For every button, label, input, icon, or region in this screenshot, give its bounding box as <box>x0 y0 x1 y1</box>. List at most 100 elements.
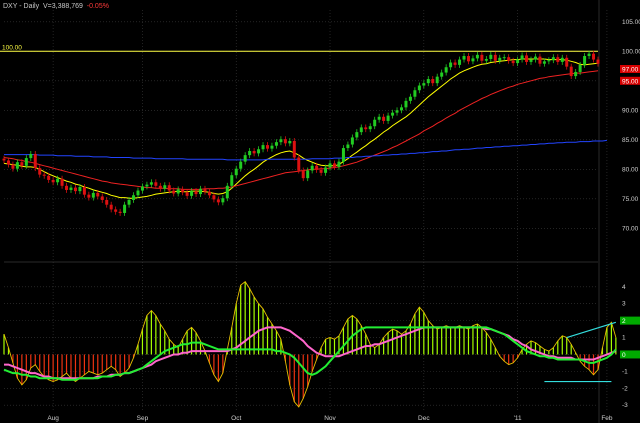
osc-tick-label: -3 <box>622 402 628 409</box>
candle-body <box>341 148 345 162</box>
price-tick-label: 85.00 <box>622 137 639 144</box>
candle-body <box>569 66 573 77</box>
candle-body <box>42 174 46 176</box>
candle-body <box>560 57 564 62</box>
candle-body <box>56 178 60 183</box>
candle-body <box>547 60 551 62</box>
candle-body <box>310 165 314 171</box>
candle-body <box>413 90 417 97</box>
candle-body <box>525 55 529 62</box>
candle-body <box>592 53 596 60</box>
candle-body <box>364 127 368 130</box>
candle-body <box>109 204 113 210</box>
candle-body <box>493 54 497 61</box>
candle-body <box>190 191 194 196</box>
candle-body <box>288 140 292 144</box>
candle-body <box>319 169 323 173</box>
candle-body <box>96 192 100 197</box>
candle-body <box>261 145 265 150</box>
price-tick-label: 70.00 <box>622 225 639 232</box>
candle-body <box>158 185 162 189</box>
candle-body <box>422 83 426 86</box>
candle-body <box>533 56 537 60</box>
oscillator-line <box>4 326 617 380</box>
candle-body <box>145 184 149 187</box>
candle-body <box>176 189 180 194</box>
candle-body <box>315 165 319 170</box>
candle-body <box>2 158 6 161</box>
candle-body <box>399 107 403 111</box>
candle-body <box>123 204 127 213</box>
candle-body <box>395 110 399 113</box>
candle-body <box>6 160 10 165</box>
candle-body <box>596 59 600 64</box>
signal-line <box>3 326 617 381</box>
candle-body <box>565 57 569 67</box>
candle-body <box>47 175 51 180</box>
candle-body <box>234 168 238 176</box>
candle-body <box>574 71 578 77</box>
candle-body <box>51 179 55 183</box>
candle-body <box>404 100 408 108</box>
candle-body <box>480 54 484 61</box>
candle-body <box>431 79 435 84</box>
candle-body <box>377 116 381 120</box>
candle-body <box>207 191 211 196</box>
candle-body <box>230 175 234 186</box>
candle-body <box>301 170 305 179</box>
candle-body <box>587 53 591 57</box>
candle-body <box>252 151 256 154</box>
candle-body <box>292 140 296 158</box>
candle-body <box>435 76 439 84</box>
reference-line-label: 100.00 <box>2 44 22 51</box>
candle-body <box>382 116 386 121</box>
x-tick-label: Aug <box>47 415 59 422</box>
candle-body <box>33 153 37 169</box>
price-chart[interactable]: 105.00 100.00 95.00 90.00 85.00 80.00 75.00 70.… <box>0 0 640 423</box>
candle-body <box>100 196 104 200</box>
candle-body <box>24 158 28 166</box>
candle-body <box>337 161 341 167</box>
candle-body <box>194 191 198 195</box>
candle-body <box>511 60 515 64</box>
candle-body <box>20 162 24 166</box>
candle-body <box>136 190 140 196</box>
candle-body <box>498 57 502 61</box>
candle-body <box>248 151 252 156</box>
divergence-trendline <box>566 321 617 339</box>
candle-body <box>542 61 546 64</box>
candle-body <box>556 57 560 62</box>
candle-body <box>69 187 73 190</box>
candle-body <box>306 170 310 179</box>
price-tick-label: 105.00 <box>622 19 640 26</box>
candle-body <box>332 163 336 167</box>
candle-body <box>502 57 506 59</box>
candle-body <box>279 139 283 143</box>
osc-tick-label: 1 <box>622 335 626 342</box>
candle-body <box>221 198 225 203</box>
candle-body <box>105 199 109 205</box>
candle-body <box>417 85 421 91</box>
candle-body <box>163 185 167 189</box>
candle-body <box>538 56 542 64</box>
price-tick-label: 75.00 <box>622 196 639 203</box>
osc-tick-label: -2 <box>622 385 628 392</box>
candle-body <box>453 62 457 65</box>
candle-body <box>507 57 511 61</box>
candle-body <box>440 72 444 77</box>
x-tick-label: Dec <box>418 415 430 422</box>
candle-body <box>118 211 122 213</box>
candle-body <box>386 115 390 121</box>
candle-body <box>60 178 64 186</box>
osc-tick-label: -1 <box>622 368 628 375</box>
candle-body <box>426 79 430 84</box>
candle-body <box>199 188 203 195</box>
x-tick-label: Sep <box>137 415 149 422</box>
candle-body <box>91 192 95 198</box>
sma-short-line <box>3 58 599 199</box>
candle-body <box>172 190 176 194</box>
candle-body <box>297 157 301 171</box>
osc-tick-label: 4 <box>622 284 626 291</box>
candle-body <box>489 54 493 59</box>
candle-body <box>283 139 287 144</box>
